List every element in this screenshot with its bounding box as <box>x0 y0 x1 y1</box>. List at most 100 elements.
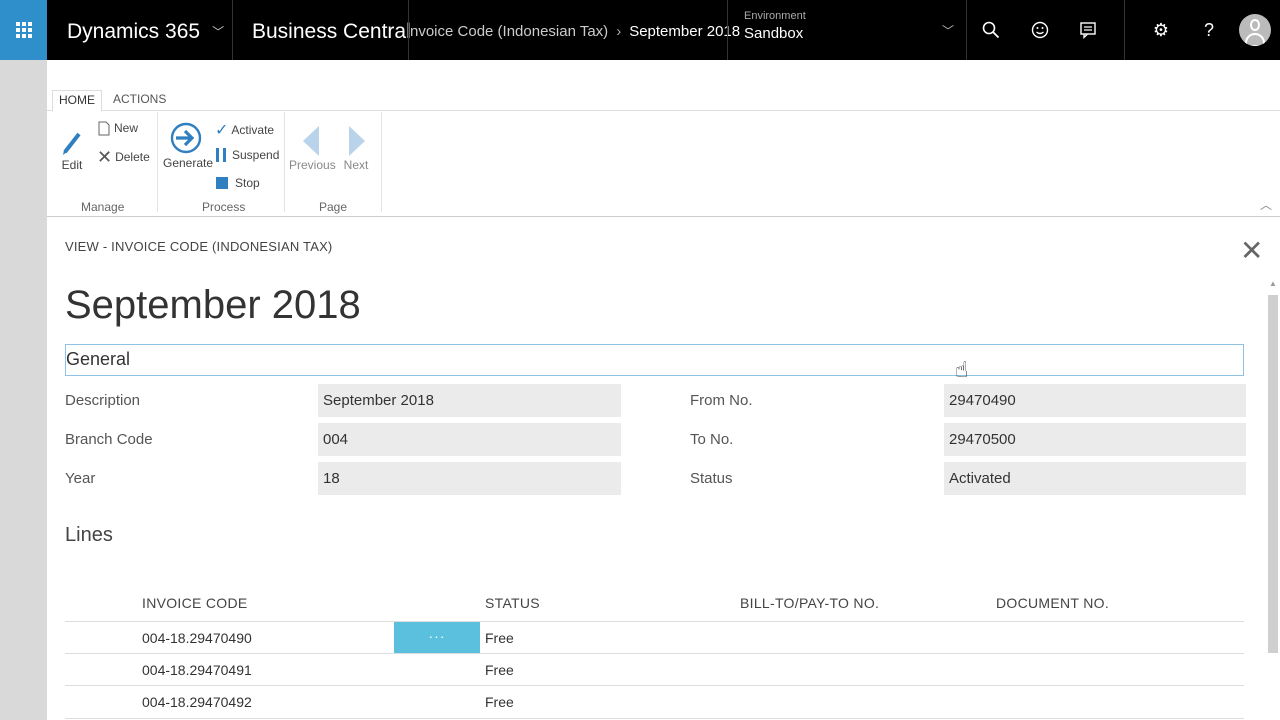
row-menu-button[interactable]: ··· <box>394 622 480 653</box>
waffle-icon <box>15 22 32 38</box>
generate-icon <box>163 122 209 154</box>
chevron-down-icon[interactable]: ﹀ <box>942 22 954 39</box>
invoice-code-cell: 004-18.29470490 <box>142 630 252 646</box>
tab-actions[interactable]: ACTIONS <box>107 92 172 106</box>
table-row[interactable]: 004-18.29470490 ··· Free <box>65 621 1244 654</box>
previous-label: Previous <box>289 158 336 172</box>
new-button[interactable]: New <box>97 120 138 136</box>
next-button[interactable]: Next <box>341 126 371 172</box>
product-switcher[interactable]: Dynamics 365 ﹀ <box>67 0 224 60</box>
next-label: Next <box>343 158 369 172</box>
app-name[interactable]: Business Central <box>252 0 411 64</box>
divider <box>1124 0 1125 60</box>
tab-home[interactable]: HOME <box>52 90 102 112</box>
group-label-manage: Manage <box>81 200 125 214</box>
search-icon[interactable] <box>971 0 1011 60</box>
divider <box>408 0 409 60</box>
branch-code-field[interactable]: 004 <box>318 423 621 456</box>
scroll-up-icon[interactable]: ▲ <box>1269 279 1277 288</box>
card-page: VIEW - INVOICE CODE (INDONESIAN TAX) ✕ S… <box>47 217 1280 720</box>
from-no-field[interactable]: 29470490 <box>944 384 1246 417</box>
year-label: Year <box>65 470 96 487</box>
divider <box>727 0 728 60</box>
status-cell: Free <box>485 694 514 710</box>
divider <box>381 112 382 212</box>
status-cell: Free <box>485 662 514 678</box>
breadcrumb-parent[interactable]: nvoice Code (Indonesian Tax) <box>410 23 608 40</box>
breadcrumb-current: September 2018 <box>629 23 741 40</box>
edit-label: Edit <box>61 158 83 172</box>
new-label: New <box>114 121 139 135</box>
checkmark-icon: ✓ <box>215 122 229 139</box>
environment-label: Environment <box>744 10 806 22</box>
top-bar: Dynamics 365 ﹀ Business Central nvoice Co… <box>0 0 1280 60</box>
stop-icon <box>216 177 228 189</box>
page-title: September 2018 <box>65 283 361 327</box>
divider <box>966 0 967 60</box>
column-header-status[interactable]: STATUS <box>485 595 540 611</box>
delete-icon: ✕ <box>97 147 113 167</box>
delete-label: Delete <box>115 150 150 164</box>
chat-icon[interactable] <box>1068 0 1108 60</box>
ribbon-tabs: HOME ACTIONS <box>47 90 1280 112</box>
column-header-document-no[interactable]: DOCUMENT NO. <box>996 595 1109 611</box>
column-header-bill-to[interactable]: BILL-TO/PAY-TO NO. <box>740 595 879 611</box>
invoice-code-cell: 004-18.29470491 <box>142 662 252 678</box>
group-label-page: Page <box>319 200 348 214</box>
environment-picker[interactable]: Environment Sandbox <box>744 10 806 42</box>
delete-button[interactable]: ✕ Delete <box>97 148 150 166</box>
from-no-label: From No. <box>690 392 753 409</box>
year-field[interactable]: 18 <box>318 462 621 495</box>
smiley-feedback-icon[interactable] <box>1020 0 1060 60</box>
table-row[interactable]: 004-18.29470492 Free <box>65 685 1244 719</box>
chevron-right-icon: › <box>616 23 622 40</box>
app-launcher-button[interactable] <box>0 0 47 60</box>
to-no-field[interactable]: 29470500 <box>944 423 1246 456</box>
activate-button[interactable]: ✓ Activate <box>215 120 274 140</box>
view-title: VIEW - INVOICE CODE (INDONESIAN TAX) <box>65 239 333 254</box>
status-label: Status <box>690 470 733 487</box>
invoice-code-cell: 004-18.29470492 <box>142 694 252 710</box>
stop-label: Stop <box>235 176 260 190</box>
suspend-label: Suspend <box>232 148 280 162</box>
previous-arrow-icon <box>289 126 335 156</box>
next-arrow-icon <box>341 126 371 156</box>
lines-title: Lines <box>65 524 113 546</box>
generate-label: Generate <box>163 156 214 170</box>
environment-value: Sandbox <box>744 25 804 42</box>
vertical-scrollbar[interactable]: ▲ <box>1266 277 1278 717</box>
description-label: Description <box>65 392 141 409</box>
divider <box>157 112 158 212</box>
generate-button[interactable]: Generate <box>163 122 214 170</box>
pause-icon <box>216 148 226 162</box>
status-cell: Free <box>485 630 514 646</box>
fasttab-general-label: General <box>66 349 131 369</box>
pencil-icon <box>59 126 85 156</box>
fasttab-general[interactable]: General <box>65 344 1244 376</box>
status-field[interactable]: Activated <box>944 462 1246 495</box>
scroll-thumb[interactable] <box>1268 295 1278 653</box>
chevron-down-icon: ﹀ <box>212 25 225 39</box>
hand-cursor-icon: ☝ <box>955 357 969 382</box>
help-icon[interactable]: ? <box>1189 0 1229 60</box>
activate-label: Activate <box>231 123 275 137</box>
action-ribbon: HOME ACTIONS Edit New ✕ Delete Manage Ge… <box>47 60 1280 217</box>
group-label-process: Process <box>202 200 246 214</box>
collapse-ribbon-icon[interactable]: ︿ <box>1260 196 1272 213</box>
gear-icon[interactable]: ⚙ <box>1141 0 1181 60</box>
description-field[interactable]: September 2018 <box>318 384 621 417</box>
suspend-button[interactable]: Suspend <box>216 148 279 162</box>
breadcrumb: nvoice Code (Indonesian Tax) › September 2… <box>410 0 740 60</box>
divider <box>284 112 285 212</box>
branch-code-label: Branch Code <box>65 431 153 448</box>
table-row[interactable]: 004-18.29470491 Free <box>65 653 1244 686</box>
edit-button[interactable]: Edit <box>59 126 85 172</box>
stop-button[interactable]: Stop <box>216 176 260 190</box>
previous-button[interactable]: Previous <box>289 126 336 172</box>
product-name: Dynamics 365 <box>67 20 201 43</box>
divider <box>232 0 233 60</box>
user-avatar[interactable] <box>1239 14 1271 46</box>
column-header-invoice-code[interactable]: INVOICE CODE <box>142 595 248 611</box>
close-icon[interactable]: ✕ <box>1240 237 1263 265</box>
to-no-label: To No. <box>690 431 734 448</box>
